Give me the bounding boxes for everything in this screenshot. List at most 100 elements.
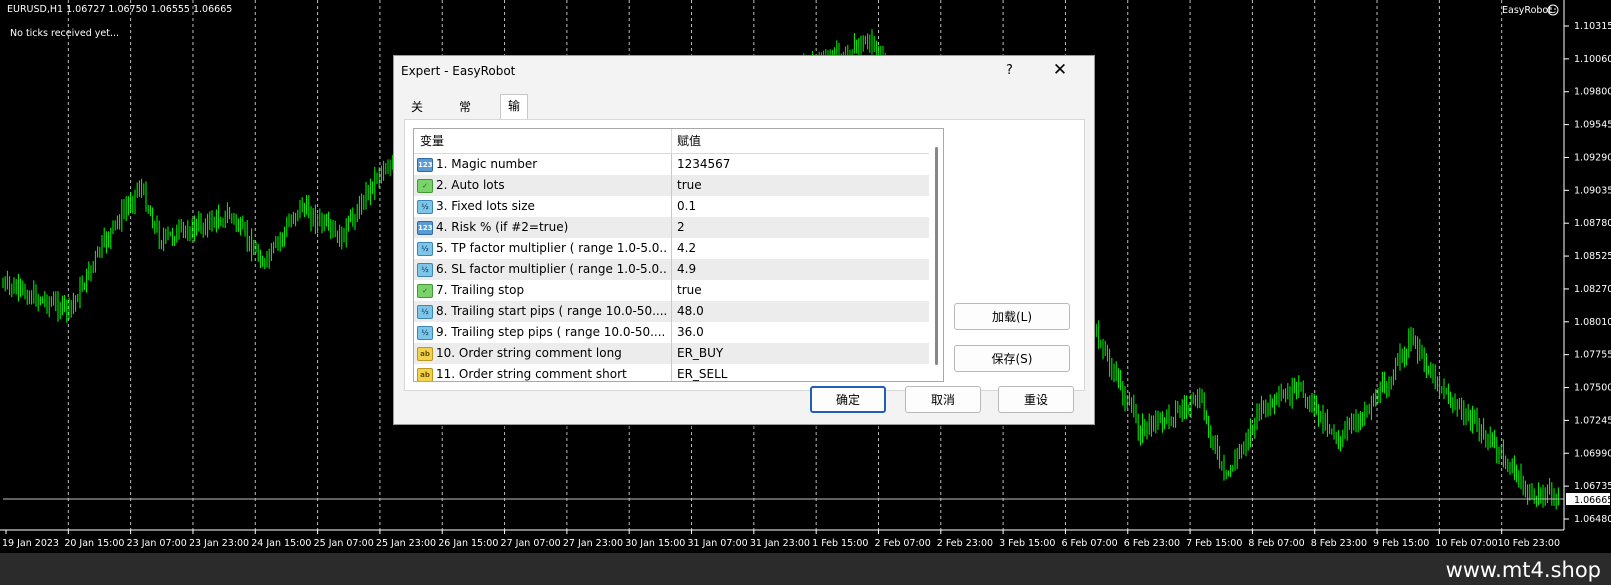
price-tick-label: 1.09035 <box>1574 185 1611 196</box>
param-name: 3. Fixed lots size <box>436 199 535 213</box>
footer-bar: www.mt4.shop <box>0 553 1611 585</box>
param-value[interactable]: 1234567 <box>671 154 927 175</box>
cancel-button[interactable]: 取消 <box>905 386 981 413</box>
time-tick-label: 27 Jan 23:00 <box>563 538 623 549</box>
param-value[interactable]: 2 <box>671 217 927 238</box>
time-tick-label: 25 Jan 07:00 <box>314 538 374 549</box>
price-tick-label: 1.09290 <box>1574 152 1611 163</box>
column-variable[interactable]: 变量 <box>414 129 444 153</box>
param-row[interactable]: ½ 8. Trailing start pips ( range 10.0-50.… <box>414 301 929 323</box>
price-tick-label: 1.06990 <box>1574 448 1611 459</box>
time-tick-label: 9 Feb 15:00 <box>1373 538 1429 549</box>
param-value[interactable]: 36.0 <box>671 322 927 343</box>
tab-inputs[interactable]: 输入参数 <box>500 94 529 182</box>
grid-header: 变量 赋值 <box>414 129 930 154</box>
str-type-icon: ab <box>417 347 433 361</box>
param-row[interactable]: ab 10. Order string comment long ER_BUY <box>414 343 929 365</box>
param-name: 11. Order string comment short <box>436 367 627 381</box>
time-tick-label: 27 Jan 07:00 <box>501 538 561 549</box>
price-tick-label: 1.09545 <box>1574 120 1611 131</box>
param-value[interactable]: ER_SELL <box>671 364 927 381</box>
param-row[interactable]: ½ 5. TP factor multiplier ( range 1.0-5.0… <box>414 238 929 260</box>
time-tick-label: 26 Jan 15:00 <box>438 538 498 549</box>
param-name: 7. Trailing stop <box>436 283 525 297</box>
time-tick-label: 6 Feb 07:00 <box>1061 538 1117 549</box>
price-tick-label: 1.08525 <box>1574 251 1611 262</box>
param-name: 5. TP factor multiplier ( range 1.0-5.0.… <box>436 241 668 255</box>
price-tick-label: 1.07755 <box>1574 350 1611 361</box>
param-value[interactable]: 4.9 <box>671 259 927 280</box>
param-value[interactable]: true <box>671 280 927 301</box>
chart-header: EURUSD,H1 1.06727 1.06750 1.06555 1.0666… <box>7 4 232 15</box>
tab-about[interactable]: 关于 <box>404 96 430 137</box>
param-row[interactable]: ½ 3. Fixed lots size 0.1 <box>414 196 929 218</box>
reset-button[interactable]: 重设 <box>998 386 1074 413</box>
price-tick-label: 1.08010 <box>1574 317 1611 328</box>
inputs-panel: 变量 赋值 123 1. Magic number 1234567 ✓ 2. Auto … <box>404 119 1085 391</box>
time-tick-label: 20 Jan 15:00 <box>64 538 124 549</box>
scrollbar-thumb[interactable] <box>935 147 938 365</box>
params-grid: 变量 赋值 123 1. Magic number 1234567 ✓ 2. Auto … <box>413 128 944 382</box>
param-name: 2. Auto lots <box>436 178 505 192</box>
price-tick-label: 1.10315 <box>1574 21 1611 32</box>
param-name: 4. Risk % (if #2=true) <box>436 220 569 234</box>
time-tick-label: 31 Jan 07:00 <box>688 538 748 549</box>
save-button[interactable]: 保存(S) <box>954 345 1070 372</box>
param-value[interactable]: 48.0 <box>671 301 927 322</box>
str-type-icon: ab <box>417 368 433 381</box>
expert-dialog: Expert - EasyRobot ? ✕ 关于 常用 输入参数 变量 赋值 … <box>393 55 1095 425</box>
close-button[interactable]: ✕ <box>1049 59 1071 81</box>
time-tick-label: 3 Feb 15:00 <box>999 538 1055 549</box>
vertical-scrollbar[interactable] <box>929 129 943 381</box>
time-tick-label: 24 Jan 15:00 <box>251 538 311 549</box>
dialog-title: Expert - EasyRobot <box>401 64 516 78</box>
time-tick-label: 2 Feb 07:00 <box>874 538 930 549</box>
price-tick-label: 1.07500 <box>1574 383 1611 394</box>
time-tick-label: 31 Jan 23:00 <box>750 538 810 549</box>
price-tick-label: 1.08270 <box>1574 284 1611 295</box>
chart-status: No ticks received yet... <box>10 28 119 39</box>
param-name: 8. Trailing start pips ( range 10.0-50..… <box>436 304 668 318</box>
param-row[interactable]: ½ 9. Trailing step pips ( range 10.0-50..… <box>414 322 929 344</box>
price-tick-label: 1.08780 <box>1574 218 1611 229</box>
param-name: 10. Order string comment long <box>436 346 622 360</box>
load-button[interactable]: 加载(L) <box>954 303 1070 330</box>
param-row[interactable]: ✓ 7. Trailing stop true <box>414 280 929 302</box>
int-type-icon: 123 <box>417 221 433 235</box>
column-value[interactable]: 赋值 <box>671 129 701 153</box>
time-tick-label: 8 Feb 23:00 <box>1311 538 1367 549</box>
price-tick-label: 1.06735 <box>1574 481 1611 492</box>
param-value[interactable]: ER_BUY <box>671 343 927 364</box>
help-button[interactable]: ? <box>1006 63 1013 78</box>
time-tick-label: 1 Feb 15:00 <box>812 538 868 549</box>
tab-common[interactable]: 常用 <box>452 96 478 137</box>
param-value[interactable]: 4.2 <box>671 238 927 259</box>
price-tick-label: 1.06480 <box>1574 514 1611 525</box>
current-price-label: 1.06665 <box>1574 495 1611 506</box>
param-name: 9. Trailing step pips ( range 10.0-50...… <box>436 325 666 339</box>
param-value[interactable]: true <box>671 175 927 196</box>
param-row[interactable]: ab 11. Order string comment short ER_SELL <box>414 364 929 381</box>
bool-type-icon: ✓ <box>417 284 433 298</box>
time-tick-label: 23 Jan 23:00 <box>189 538 249 549</box>
time-tick-label: 30 Jan 15:00 <box>625 538 685 549</box>
param-row[interactable]: 123 1. Magic number 1234567 <box>414 154 929 176</box>
time-tick-label: 23 Jan 07:00 <box>127 538 187 549</box>
dialog-titlebar[interactable]: Expert - EasyRobot ? ✕ <box>394 56 1094 86</box>
time-tick-label: 10 Feb 23:00 <box>1498 538 1560 549</box>
time-tick-label: 6 Feb 23:00 <box>1124 538 1180 549</box>
param-row[interactable]: 123 4. Risk % (if #2=true) 2 <box>414 217 929 239</box>
param-value[interactable]: 0.1 <box>671 196 927 217</box>
param-row[interactable]: ½ 6. SL factor multiplier ( range 1.0-5.0… <box>414 259 929 281</box>
param-name: 6. SL factor multiplier ( range 1.0-5.0.… <box>436 262 668 276</box>
expert-label[interactable]: EasyRobot <box>1502 5 1552 16</box>
param-row[interactable]: ✓ 2. Auto lots true <box>414 175 929 197</box>
ok-button[interactable]: 确定 <box>810 386 886 413</box>
dbl-type-icon: ½ <box>417 305 433 319</box>
dbl-type-icon: ½ <box>417 242 433 256</box>
int-type-icon: 123 <box>417 158 433 172</box>
param-name: 1. Magic number <box>436 157 538 171</box>
time-tick-label: 7 Feb 15:00 <box>1186 538 1242 549</box>
time-tick-label: 8 Feb 07:00 <box>1248 538 1304 549</box>
price-tick-label: 1.09800 <box>1574 87 1611 98</box>
